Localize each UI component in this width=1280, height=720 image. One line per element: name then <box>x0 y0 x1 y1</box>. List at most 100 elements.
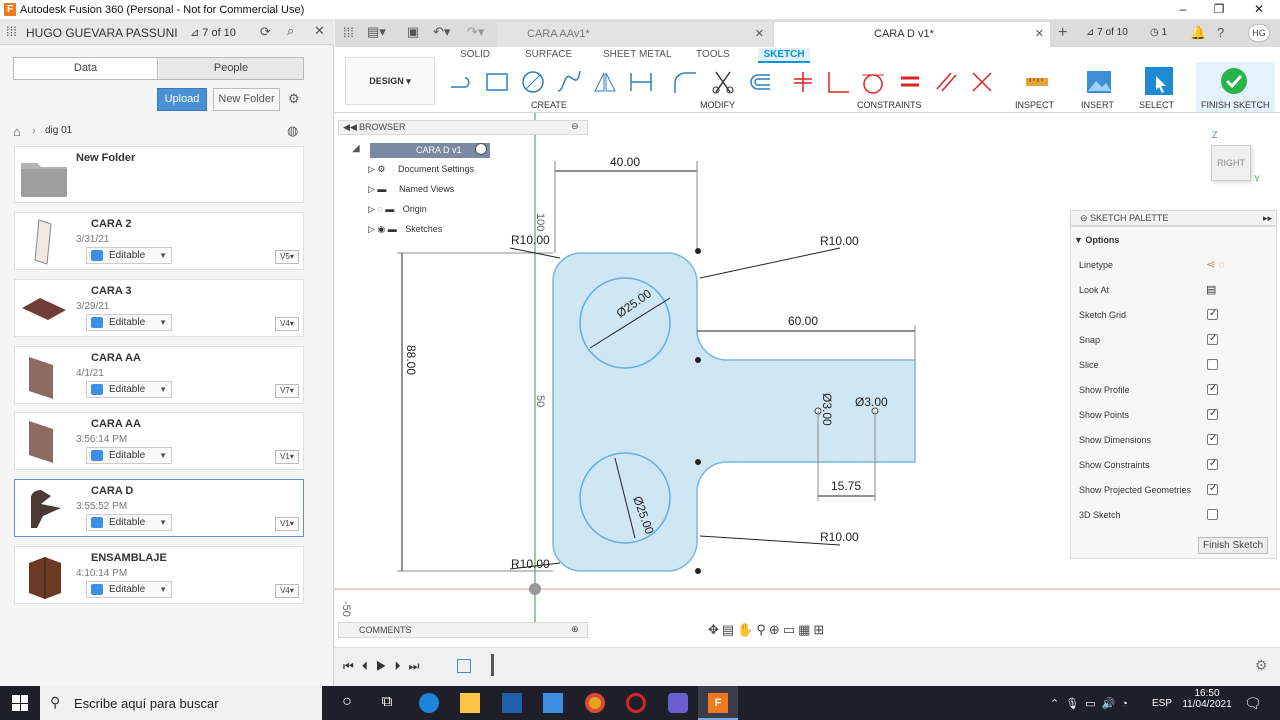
version-badge[interactable]: V1▾ <box>275 450 299 464</box>
dim-arm-length[interactable]: 60.00 <box>788 314 818 328</box>
midpoint-constraint-icon[interactable] <box>969 69 995 95</box>
dim-radius-top-left[interactable]: R10.00 <box>511 233 550 247</box>
tab-cara-aa[interactable]: CARA AAv1* ✕ <box>497 22 772 47</box>
perpendicular-constraint-icon[interactable] <box>825 69 851 95</box>
clock[interactable]: 16:50 11/04/2021 <box>1182 688 1232 710</box>
file-item[interactable]: CARA 2 3/31/21 Editable ▼ V5▾ <box>14 212 304 270</box>
dim-radius-bottom-right[interactable]: R10.00 <box>820 530 859 544</box>
close-window-icon[interactable]: ✕ <box>1249 2 1269 16</box>
dim-height[interactable]: 88.00 <box>404 345 418 375</box>
file-item[interactable]: CARA AA 4/1/21 Editable ▼ V7▾ <box>14 346 304 404</box>
look-at-nav-icon[interactable]: ▤ <box>722 622 737 637</box>
new-folder-button[interactable]: New Folder <box>213 88 280 111</box>
timeline-settings-icon[interactable]: ⚙ <box>1255 657 1268 674</box>
tab-sketch[interactable]: SKETCH <box>758 48 810 63</box>
tray-chevron-icon[interactable]: ⌃ <box>1050 698 1065 710</box>
sketch-grid-checkbox[interactable] <box>1207 308 1218 320</box>
select-menu[interactable]: SELECT <box>1139 100 1174 110</box>
select-icon[interactable] <box>1144 66 1174 96</box>
sketch-point[interactable] <box>695 357 701 363</box>
tab-sheet-metal[interactable]: SHEET METAL <box>603 49 672 60</box>
redo-icon[interactable]: ↷▾ <box>467 24 484 40</box>
measure-icon[interactable] <box>1024 69 1050 95</box>
language-indicator[interactable]: ESP <box>1152 698 1172 709</box>
expand-palette-icon[interactable]: ▸▸ <box>1263 213 1272 224</box>
user-name[interactable]: HUGO GUEVARA PASSUNI <box>26 26 178 40</box>
offset-tool-icon[interactable] <box>746 69 772 95</box>
file-item[interactable]: ENSAMBLAJE 4:10:14 PM Editable ▼ V4▾ <box>14 546 304 604</box>
cortana-icon[interactable]: ○ <box>337 693 357 713</box>
new-tab-icon[interactable]: + <box>1058 24 1067 42</box>
show-profile-checkbox[interactable] <box>1207 383 1218 395</box>
folder-item[interactable]: New Folder <box>14 146 304 203</box>
editable-dropdown[interactable]: Editable ▼ <box>86 247 172 264</box>
file-item-selected[interactable]: CARA D 3:55:52 PM Editable ▼ V1▾ <box>14 479 304 537</box>
page-counter[interactable]: ⊿ 7 of 10 <box>190 26 236 39</box>
upload-button[interactable]: Upload <box>157 88 207 111</box>
dimension-tool-icon[interactable] <box>628 69 654 95</box>
close-tab-icon[interactable]: ✕ <box>755 22 764 46</box>
snap-checkbox[interactable] <box>1207 333 1218 345</box>
file-item[interactable]: CARA AA 3:56:14 PM Editable ▼ V1▾ <box>14 412 304 470</box>
settings-gear-icon[interactable]: ⚙ <box>288 91 300 107</box>
notifications-icon[interactable]: 🗨 <box>1244 695 1262 712</box>
dim-radius-top-right[interactable]: R10.00 <box>820 234 859 248</box>
orbit-icon[interactable]: ✥ <box>708 622 722 637</box>
tab-people[interactable]: People <box>159 58 303 79</box>
comments-add-icon[interactable]: ⊕ <box>571 624 579 635</box>
store-icon[interactable] <box>502 693 522 713</box>
sketch-palette-header[interactable]: ⊖ SKETCH PALETTE ▸▸ <box>1070 210 1277 226</box>
mirror-tool-icon[interactable] <box>592 69 618 95</box>
display-settings-icon[interactable]: ▭ <box>783 622 798 637</box>
edge-icon[interactable] <box>419 693 439 713</box>
insert-image-icon[interactable] <box>1086 69 1112 95</box>
opera-icon[interactable] <box>626 693 646 713</box>
browser-item-named-views[interactable]: ▷ ▬ Named Views <box>368 184 454 202</box>
version-badge[interactable]: V7▾ <box>275 384 299 398</box>
mail-icon[interactable] <box>543 693 563 713</box>
windows-start-icon[interactable] <box>12 695 28 711</box>
timeline-marker[interactable] <box>491 654 494 676</box>
insert-menu[interactable]: INSERT <box>1081 100 1114 110</box>
job-status[interactable]: ◷ 1 <box>1150 27 1167 38</box>
last-step-icon[interactable]: ⏭ <box>409 659 428 673</box>
sketch-point[interactable] <box>695 459 701 465</box>
version-badge[interactable]: V1▾ <box>275 517 299 531</box>
battery-icon[interactable]: ▭ <box>1085 698 1101 710</box>
pan-icon[interactable]: ✋ <box>737 622 756 637</box>
sketch-timeline-icon[interactable] <box>457 659 471 673</box>
editable-dropdown[interactable]: Editable ▼ <box>86 514 172 531</box>
grid-settings-icon[interactable]: ▦ <box>798 622 813 637</box>
browser-item-sketches[interactable]: ▷ ◉ ▬ Sketches <box>368 224 442 242</box>
3d-sketch-checkbox[interactable] <box>1207 509 1218 520</box>
navigation-toolbar[interactable]: ✥▤✋⚲⊕▭▦⊞ <box>708 622 827 638</box>
play-icon[interactable]: ▶ <box>376 659 395 673</box>
browser-minimize-icon[interactable]: ⊖ <box>571 121 579 132</box>
comments-panel[interactable]: COMMENTS ⊕ <box>338 622 588 638</box>
fusion-taskbar-button[interactable]: F <box>698 686 738 720</box>
zoom-icon[interactable]: ⚲ <box>756 622 769 637</box>
file-menu-icon[interactable]: ▤▾ <box>367 24 386 40</box>
fillet-tool-icon[interactable] <box>672 69 698 95</box>
editable-dropdown[interactable]: Editable ▼ <box>86 381 172 398</box>
timeline-controls[interactable]: ⏮⏴▶⏵⏭ <box>343 659 427 674</box>
discord-icon[interactable] <box>668 693 688 713</box>
palette-options-section[interactable]: ▼ Options <box>1074 235 1119 245</box>
file-item[interactable]: CARA 3 3/29/21 Editable ▼ V4▾ <box>14 279 304 337</box>
network-icon[interactable]: ◔ <box>1121 698 1134 710</box>
close-panel-icon[interactable]: ✕ <box>314 23 325 39</box>
breadcrumb[interactable]: dig 01 <box>45 125 72 136</box>
help-icon[interactable]: ? <box>1217 25 1224 40</box>
version-badge[interactable]: V4▾ <box>275 317 299 331</box>
activate-radio-icon[interactable] <box>475 143 487 155</box>
version-badge[interactable]: V4▾ <box>275 584 299 598</box>
origin-point[interactable] <box>529 583 541 595</box>
minimize-icon[interactable]: – <box>1173 2 1193 16</box>
finish-sketch-menu[interactable]: FINISH SKETCH <box>1201 100 1270 110</box>
top-hole-circle[interactable] <box>579 277 671 369</box>
volume-icon[interactable]: 🔊 <box>1102 698 1122 710</box>
expand-root-icon[interactable]: ◢ <box>352 143 360 154</box>
look-at-icon[interactable]: ▤ <box>1206 283 1216 296</box>
save-icon[interactable]: ▣ <box>407 24 419 40</box>
version-badge[interactable]: V5▾ <box>275 250 299 264</box>
